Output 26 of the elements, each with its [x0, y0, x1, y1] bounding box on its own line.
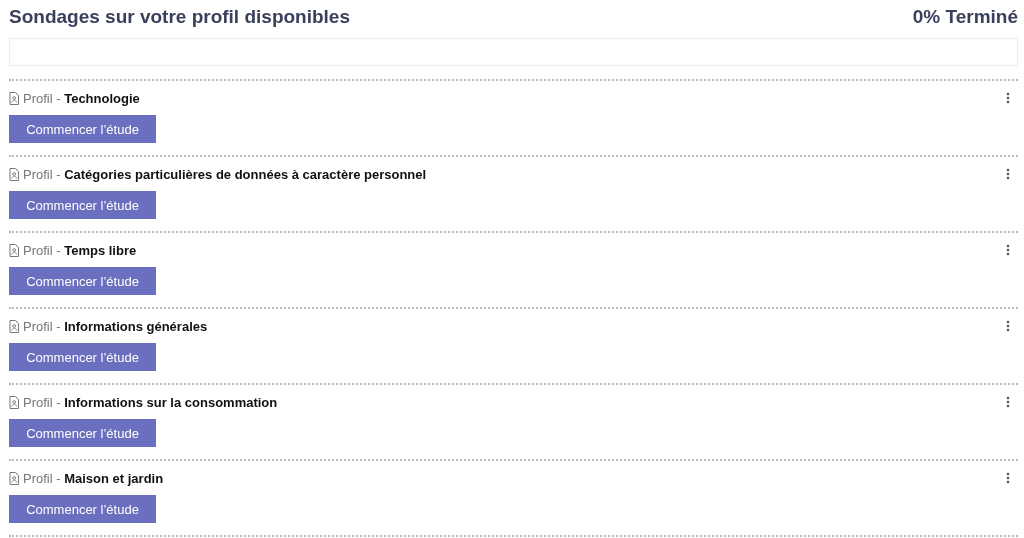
page-title: Sondages sur votre profil disponibles	[9, 6, 350, 28]
completion-percentage: 0% Terminé	[912, 6, 1018, 28]
profile-document-icon	[9, 319, 19, 333]
survey-title: Profil - Technologie	[23, 90, 141, 106]
more-options-icon[interactable]	[1006, 396, 1010, 408]
start-survey-button[interactable]: Commencer l’étude	[9, 495, 156, 523]
profile-document-icon	[9, 395, 19, 409]
survey-title: Profil - Catégories particulières de données à caractère personnel	[23, 166, 428, 182]
profile-document-icon	[9, 91, 19, 105]
start-survey-button[interactable]: Commencer l’étude	[9, 419, 156, 447]
survey-title: Profil - Informations générales	[23, 318, 209, 334]
survey-title: Profil - Maison et jardin	[23, 470, 165, 486]
profile-document-icon	[9, 243, 19, 257]
more-options-icon[interactable]	[1006, 92, 1010, 104]
more-options-icon[interactable]	[1006, 244, 1010, 256]
survey-title: Profil - Informations sur la consommation	[23, 394, 279, 410]
more-options-icon[interactable]	[1006, 320, 1010, 332]
start-survey-button[interactable]: Commencer l’étude	[9, 191, 156, 219]
profile-document-icon	[9, 471, 19, 485]
more-options-icon[interactable]	[1006, 168, 1010, 180]
more-options-icon[interactable]	[1006, 472, 1010, 484]
start-survey-button[interactable]: Commencer l’étude	[9, 343, 156, 371]
profile-document-icon	[9, 167, 19, 181]
survey-title: Profil - Temps libre	[23, 242, 138, 258]
start-survey-button[interactable]: Commencer l’étude	[9, 267, 156, 295]
start-survey-button[interactable]: Commencer l’étude	[9, 115, 156, 143]
